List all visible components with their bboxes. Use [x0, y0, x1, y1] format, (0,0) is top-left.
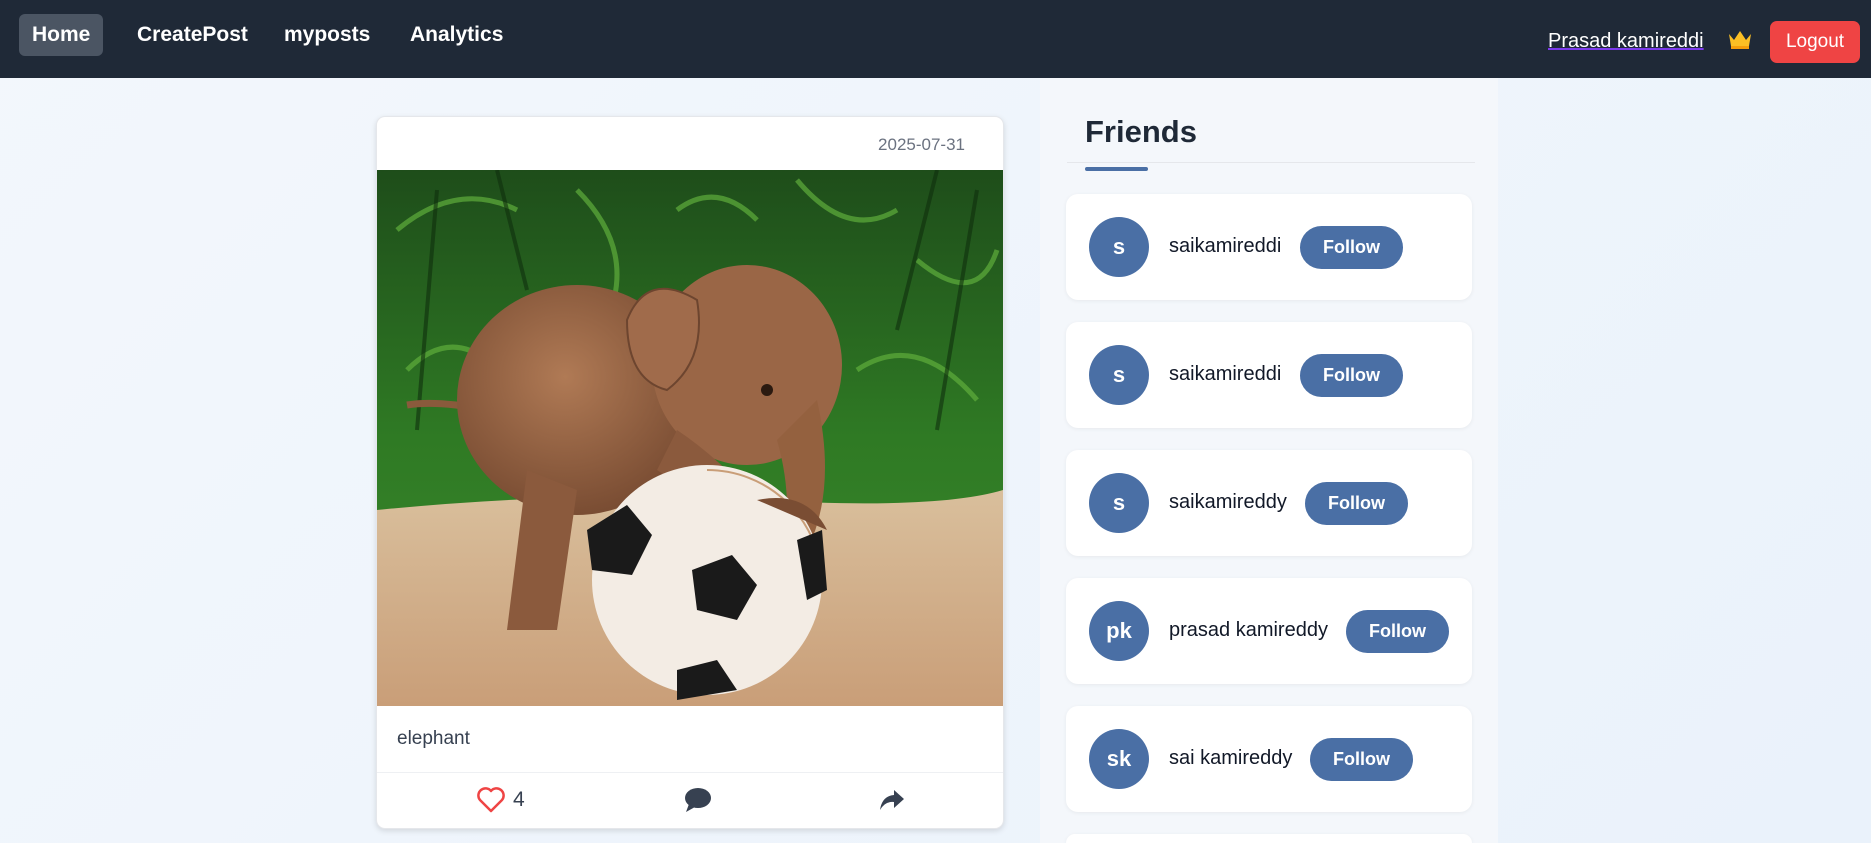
follow-button[interactable]: Follow — [1305, 482, 1408, 525]
follow-button[interactable]: Follow — [1310, 738, 1413, 781]
friend-name[interactable]: sai kamireddy — [1169, 747, 1292, 770]
friend-name[interactable]: saikamireddi — [1169, 235, 1281, 258]
friend-card: s saikamireddy Follow — [1066, 450, 1472, 556]
avatar[interactable]: s — [1089, 345, 1149, 405]
nav-analytics[interactable]: Analytics — [397, 14, 516, 56]
avatar[interactable]: s — [1089, 217, 1149, 277]
friends-divider — [1067, 162, 1475, 163]
friend-name[interactable]: prasad kamireddy — [1169, 619, 1328, 642]
friends-title: Friends — [1085, 114, 1197, 149]
follow-button[interactable]: Follow — [1346, 610, 1449, 653]
comment-icon — [685, 788, 711, 812]
friends-title-underline — [1085, 167, 1148, 171]
post-caption: elephant — [397, 728, 470, 749]
friend-name[interactable]: saikamireddi — [1169, 363, 1281, 386]
user-profile-link[interactable]: Prasad kamireddi — [1548, 30, 1704, 53]
post-date: 2025-07-31 — [878, 135, 965, 154]
post-image[interactable] — [377, 170, 1003, 706]
avatar[interactable]: pk — [1089, 601, 1149, 661]
nav-home[interactable]: Home — [19, 14, 104, 56]
logout-button[interactable]: Logout — [1770, 21, 1860, 63]
comment-button[interactable] — [683, 785, 713, 815]
like-button[interactable]: 4 — [477, 785, 525, 815]
share-button[interactable] — [879, 785, 905, 815]
like-count: 4 — [513, 788, 525, 811]
nav-my-posts[interactable]: myposts — [271, 14, 383, 56]
follow-button[interactable]: Follow — [1300, 354, 1403, 397]
avatar[interactable]: sk — [1089, 729, 1149, 789]
friend-card: pk prasad kamireddy Follow — [1066, 578, 1472, 684]
follow-button[interactable]: Follow — [1300, 226, 1403, 269]
crown-icon — [1729, 31, 1751, 49]
top-navbar: Home CreatePost myposts Analytics Prasad… — [0, 0, 1871, 78]
avatar[interactable]: s — [1089, 473, 1149, 533]
nav-create-post[interactable]: CreatePost — [124, 14, 261, 56]
post-divider — [377, 772, 1003, 773]
friend-card: s saikamireddi Follow — [1066, 322, 1472, 428]
heart-icon — [477, 787, 505, 813]
post-card: 2025-07-31 elephant 4 — [376, 116, 1004, 829]
friend-card: s saikamireddi Follow — [1066, 194, 1472, 300]
friend-card-partial — [1066, 834, 1472, 843]
friend-name[interactable]: saikamireddy — [1169, 491, 1287, 514]
friend-card: sk sai kamireddy Follow — [1066, 706, 1472, 812]
share-icon — [880, 790, 904, 810]
